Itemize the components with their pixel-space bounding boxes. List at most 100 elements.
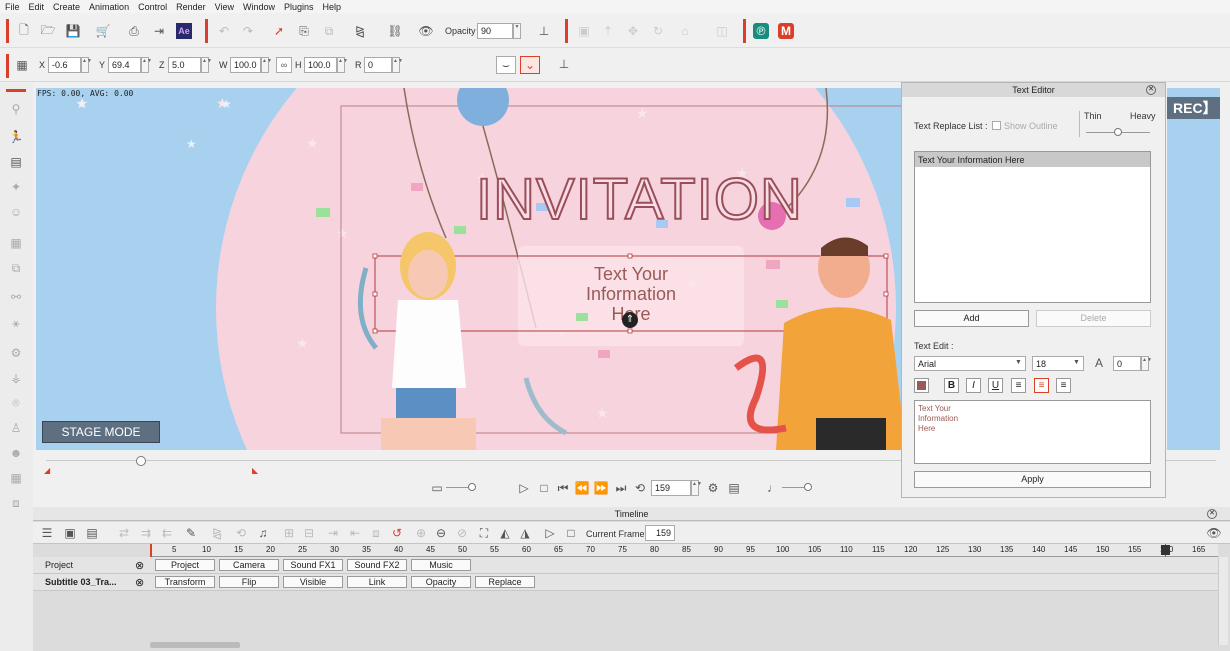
timeline-track[interactable]: Project ⊗ Project Camera Sound FX1 Sound FX2 M… xyxy=(33,557,1218,574)
plugin-m-icon[interactable]: M xyxy=(778,23,794,39)
spacing-spinner[interactable]: ▲▼ xyxy=(1141,356,1152,371)
run-tool-icon[interactable]: ⚶ xyxy=(8,370,24,386)
stage-canvas[interactable]: ★★ ★★ ★★ ★★ ★★ ★★ ★★★ xyxy=(36,88,906,450)
timeline-toggle-icon[interactable]: ▤ xyxy=(726,480,742,496)
first-frame-icon[interactable]: ⏮ xyxy=(555,480,571,496)
align-right-icon[interactable]: ≡ xyxy=(1056,378,1071,393)
track-chip[interactable]: Camera xyxy=(219,559,279,571)
align-icon[interactable]: ▣ xyxy=(576,23,592,39)
track-chip[interactable]: Link xyxy=(347,576,407,588)
eye-icon[interactable]: 👁 xyxy=(418,23,434,39)
group-icon[interactable]: ⊞ xyxy=(281,525,297,541)
timeline-vertical-scrollbar[interactable] xyxy=(1218,557,1228,645)
mirror-key-icon[interactable]: ⧎ xyxy=(209,525,225,541)
r-spinner[interactable]: ▲▼ xyxy=(392,57,403,73)
italic-button[interactable]: I xyxy=(966,378,981,393)
z-field[interactable]: 5.0 xyxy=(168,57,201,73)
flip-icon[interactable]: ⧎ xyxy=(352,23,368,39)
new-file-icon[interactable]: 🗋 xyxy=(16,23,32,39)
zoom-in-icon[interactable]: ⊕ xyxy=(413,525,429,541)
opacity-dropdown[interactable]: ▼ xyxy=(513,23,521,39)
x-field[interactable]: -0.6 xyxy=(48,57,81,73)
apply-button[interactable]: Apply xyxy=(914,471,1151,488)
home-icon[interactable]: ⌂ xyxy=(677,23,693,39)
timeline-play-icon[interactable]: ▷ xyxy=(542,525,558,541)
track-chip[interactable]: Visible xyxy=(283,576,343,588)
track-name[interactable]: Subtitle 03_Tra... xyxy=(45,577,117,587)
y-field[interactable]: 69.4 xyxy=(108,57,141,73)
mirror-icon[interactable]: ◫ xyxy=(714,23,730,39)
list-item[interactable]: Text Your Information Here xyxy=(915,152,1150,167)
fit-icon[interactable]: ▣ xyxy=(62,525,78,541)
ungroup-icon[interactable]: ⊟ xyxy=(301,525,317,541)
menu-item-animation[interactable]: Animation xyxy=(89,2,129,12)
timeline-view-icon[interactable]: 👁 xyxy=(1206,525,1222,541)
layer-icon[interactable]: ▤ xyxy=(84,525,100,541)
prev-key-icon[interactable]: ◭ xyxy=(497,525,513,541)
merge-icon[interactable]: ⧈ xyxy=(368,525,384,541)
menu-item-plugins[interactable]: Plugins xyxy=(284,2,314,12)
frame-spinner[interactable]: ▲▼ xyxy=(691,480,702,496)
text-edit-area[interactable]: Text Your Information Here xyxy=(914,400,1151,464)
weight-knob[interactable] xyxy=(1114,128,1122,136)
timeline-stop-icon[interactable]: □ xyxy=(563,525,579,541)
character-tool-icon[interactable]: 🏃 xyxy=(8,129,24,145)
shift-icon[interactable]: ⇄ xyxy=(116,525,132,541)
loop-icon[interactable]: ⟲ xyxy=(632,480,648,496)
range-end-marker[interactable]: ◣ xyxy=(252,466,258,475)
stop-icon[interactable]: □ xyxy=(536,480,552,496)
move-handle-icon[interactable]: ⇑ xyxy=(622,312,638,328)
lock-ratio-icon[interactable]: ∞ xyxy=(276,57,292,73)
face-tool-icon[interactable]: ☺ xyxy=(8,204,24,220)
subtitle-icon[interactable]: ▭ xyxy=(429,480,445,496)
export-icon[interactable]: ⇥ xyxy=(151,23,167,39)
plugin-p-icon[interactable]: ℗ xyxy=(753,23,769,39)
zoom-out-icon[interactable]: ⊖ xyxy=(433,525,449,541)
z-spinner[interactable]: ▲▼ xyxy=(201,57,212,73)
cart-icon[interactable]: 🛒 xyxy=(95,23,111,39)
x-spinner[interactable]: ▲▼ xyxy=(81,57,92,73)
select-arrow-icon[interactable]: ➚ xyxy=(271,23,287,39)
stage-mode-button[interactable]: STAGE MODE xyxy=(42,421,160,443)
import-icon[interactable]: ⎙ xyxy=(126,23,142,39)
range-knob[interactable] xyxy=(136,456,146,466)
media-tool-icon[interactable]: ▦ xyxy=(8,235,24,251)
menu-item-render[interactable]: Render xyxy=(176,2,206,12)
baseline-icon[interactable]: ⊥ xyxy=(556,56,572,72)
menu-item-edit[interactable]: Edit xyxy=(29,2,45,12)
motion-tool-icon[interactable]: ✦ xyxy=(8,179,24,195)
w-spinner[interactable]: ▲▼ xyxy=(261,57,272,73)
delete-button[interactable]: Delete xyxy=(1036,310,1151,327)
save-icon[interactable]: 💾 xyxy=(65,23,81,39)
grid-tool-icon[interactable]: ▦ xyxy=(8,470,24,486)
track-chip[interactable]: Flip xyxy=(219,576,279,588)
add-button[interactable]: Add xyxy=(914,310,1029,327)
spacing-field[interactable]: 0 xyxy=(1113,356,1141,371)
curve-icon[interactable]: ⌣ xyxy=(496,56,516,74)
track-chip[interactable]: Sound FX1 xyxy=(283,559,343,571)
speed-knob[interactable] xyxy=(468,483,476,491)
playhead-handle[interactable] xyxy=(1161,545,1170,555)
settings-icon[interactable]: ⚙ xyxy=(705,480,721,496)
underline-button[interactable]: U xyxy=(988,378,1003,393)
track-name[interactable]: Project xyxy=(45,560,73,570)
timeline-track[interactable]: Subtitle 03_Tra... ⊗ Transform Flip Visible L… xyxy=(33,574,1218,591)
redo-icon[interactable]: ↷ xyxy=(240,23,256,39)
copy-icon[interactable]: ⎘ xyxy=(296,23,312,39)
music-key-icon[interactable]: ♫ xyxy=(255,525,271,541)
timeline-close-icon[interactable]: ✕ xyxy=(1207,509,1217,519)
volume-icon[interactable]: ♩ xyxy=(765,480,781,496)
menu-item-view[interactable]: View xyxy=(215,2,234,12)
after-effects-icon[interactable]: Ae xyxy=(176,23,192,39)
close-icon[interactable]: ✕ xyxy=(1146,85,1156,95)
next-key-icon[interactable]: ◮ xyxy=(517,525,533,541)
bold-button[interactable]: B xyxy=(944,378,959,393)
curve-selected-icon[interactable]: ⌄ xyxy=(520,56,540,74)
track-close-icon[interactable]: ⊗ xyxy=(135,559,144,572)
track-chip[interactable]: Replace xyxy=(475,576,535,588)
show-outline-checkbox[interactable] xyxy=(992,121,1001,130)
track-chip[interactable]: Sound FX2 xyxy=(347,559,407,571)
timeline-horizontal-scrollbar[interactable] xyxy=(150,642,240,648)
play-icon[interactable]: ▷ xyxy=(516,480,532,496)
head-tool-icon[interactable]: ☻ xyxy=(8,445,24,461)
